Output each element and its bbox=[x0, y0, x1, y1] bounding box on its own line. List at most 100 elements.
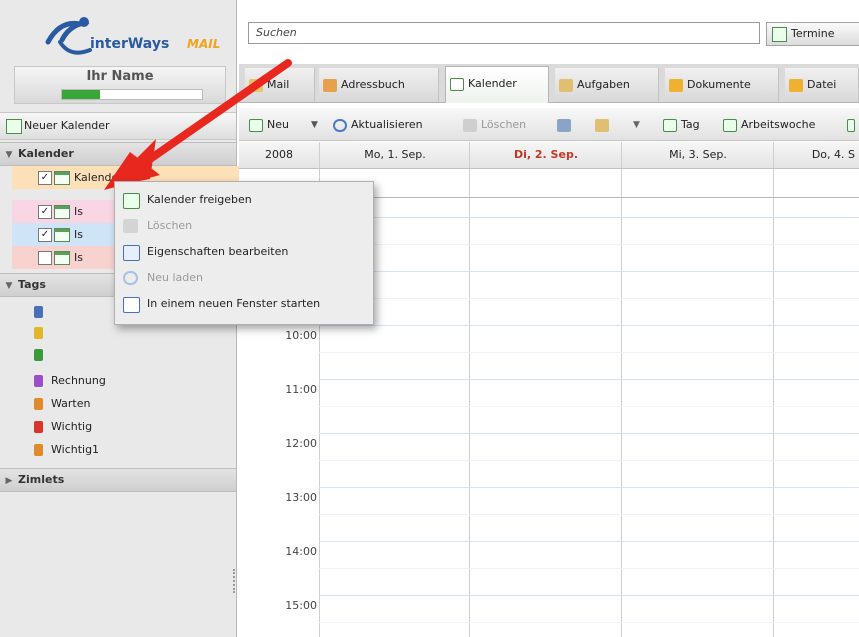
tag-item[interactable]: Wichtig bbox=[34, 417, 92, 437]
grid-line bbox=[319, 595, 859, 596]
user-panel: Ihr Name bbox=[14, 66, 226, 104]
grid-line bbox=[319, 325, 859, 326]
addressbook-icon bbox=[323, 79, 337, 92]
tag-label: Wichtig1 bbox=[51, 443, 100, 456]
user-name: Ihr Name bbox=[86, 69, 154, 84]
tag-icon bbox=[595, 118, 609, 132]
tag-item[interactable] bbox=[34, 323, 51, 343]
tag-label: Warten bbox=[51, 397, 91, 410]
allday-divider bbox=[319, 197, 859, 198]
trash-icon bbox=[463, 118, 477, 132]
refresh-icon bbox=[333, 118, 347, 132]
menu-item-edit-properties[interactable]: Eigenschaften bearbeiten bbox=[121, 241, 367, 263]
search-scope-label: Termine bbox=[791, 27, 835, 40]
expand-triangle-icon[interactable]: ▼ bbox=[0, 144, 18, 166]
menu-item-label: Kalender freigeben bbox=[147, 193, 252, 206]
collapsed-triangle-icon[interactable]: ▶ bbox=[0, 470, 18, 492]
day-view-button[interactable]: Tag bbox=[663, 116, 700, 134]
tag-icon bbox=[34, 444, 43, 456]
calendar-icon bbox=[450, 78, 464, 91]
new-calendar-icon bbox=[249, 118, 263, 132]
tag-item[interactable]: Wichtig1 bbox=[34, 440, 99, 460]
folder-icon bbox=[789, 79, 803, 92]
grid-line bbox=[319, 406, 859, 407]
new-calendar-button[interactable]: Neuer Kalender bbox=[0, 112, 236, 140]
tag-dropdown-chevron-icon[interactable]: ▼ bbox=[633, 116, 640, 134]
calendar-checkbox[interactable]: ✓ bbox=[38, 228, 52, 242]
tab-aufgaben[interactable]: Aufgaben bbox=[555, 68, 659, 102]
menu-item-label: Eigenschaften bearbeiten bbox=[147, 245, 289, 258]
calendar-icon bbox=[772, 27, 787, 42]
search-scope-select[interactable]: Termine bbox=[766, 22, 859, 46]
quota-fill bbox=[62, 90, 100, 99]
tab-label: Aufgaben bbox=[577, 78, 630, 91]
tag-icon bbox=[34, 327, 43, 339]
app-tabs: Mail Adressbuch Kalender Aufgaben Dokume… bbox=[239, 64, 859, 103]
menu-item-delete[interactable]: Löschen bbox=[121, 215, 367, 237]
workweek-view-icon bbox=[723, 118, 737, 132]
app-logo: interWays MAIL bbox=[40, 12, 230, 62]
grid-line bbox=[319, 460, 859, 461]
calendar-toolbar: Neu ▼ Aktualisieren Löschen ▼ Tag Arbeit… bbox=[239, 108, 859, 141]
tab-kalender[interactable]: Kalender bbox=[445, 66, 549, 103]
time-label: 12:00 bbox=[285, 437, 317, 450]
expand-triangle-icon[interactable]: ▼ bbox=[0, 275, 18, 297]
day-header-today[interactable]: Di, 2. Sep. bbox=[469, 142, 622, 168]
new-calendar-label: Neuer Kalender bbox=[24, 119, 110, 132]
day-header[interactable]: Mi, 3. Sep. bbox=[621, 142, 774, 168]
day-header[interactable]: Do, 4. S bbox=[773, 142, 859, 168]
calendar-label: Is bbox=[74, 205, 83, 218]
week-view-icon bbox=[847, 118, 855, 132]
calendar-checkbox[interactable]: ✓ bbox=[38, 205, 52, 219]
tab-datei[interactable]: Datei bbox=[785, 68, 859, 102]
tag-label: Rechnung bbox=[51, 374, 106, 387]
documents-icon bbox=[669, 79, 683, 92]
new-button[interactable]: Neu bbox=[249, 116, 289, 134]
tag-icon bbox=[34, 421, 43, 433]
grid-line bbox=[319, 298, 859, 299]
resize-handle[interactable] bbox=[233, 569, 239, 593]
tag-item[interactable]: Rechnung bbox=[34, 371, 106, 391]
grid-line bbox=[319, 352, 859, 353]
tab-label: Dokumente bbox=[687, 78, 751, 91]
tag-item[interactable]: Warten bbox=[34, 394, 91, 414]
grid-line bbox=[319, 541, 859, 542]
tab-mail[interactable]: Mail bbox=[245, 68, 315, 102]
calendar-checkbox[interactable] bbox=[38, 251, 52, 265]
tag-icon bbox=[34, 306, 43, 318]
reload-icon bbox=[123, 271, 138, 285]
grid-line bbox=[319, 568, 859, 569]
day-header[interactable]: Mo, 1. Sep. bbox=[319, 142, 470, 168]
trash-icon bbox=[123, 219, 138, 233]
grid-line bbox=[319, 622, 859, 623]
tag-icon bbox=[34, 375, 43, 387]
print-button[interactable] bbox=[557, 116, 575, 134]
tab-adressbuch[interactable]: Adressbuch bbox=[319, 68, 439, 102]
tag-button[interactable] bbox=[595, 116, 613, 134]
day-view-icon bbox=[663, 118, 677, 132]
calendars-header[interactable]: ▼ Kalender bbox=[0, 142, 236, 166]
logo-word: interWays bbox=[90, 36, 170, 52]
delete-button[interactable]: Löschen bbox=[463, 116, 526, 134]
grid-divider bbox=[469, 169, 470, 637]
menu-item-share-calendar[interactable]: Kalender freigeben bbox=[121, 189, 367, 211]
workweek-label: Arbeitswoche bbox=[741, 118, 816, 131]
menu-item-label: Löschen bbox=[147, 219, 193, 232]
calendar-icon bbox=[54, 171, 70, 185]
week-view-button[interactable] bbox=[847, 116, 859, 134]
zimlets-header-label: Zimlets bbox=[18, 473, 65, 486]
search-input[interactable]: Suchen bbox=[248, 22, 760, 44]
grid-line bbox=[319, 271, 859, 272]
zimlets-header[interactable]: ▶ Zimlets bbox=[0, 468, 236, 492]
day-label: Tag bbox=[681, 118, 700, 131]
tag-item[interactable] bbox=[34, 345, 51, 365]
tasks-icon bbox=[559, 79, 573, 92]
menu-item-reload[interactable]: Neu laden bbox=[121, 267, 367, 289]
calendar-checkbox[interactable]: ✓ bbox=[38, 171, 52, 185]
workweek-view-button[interactable]: Arbeitswoche bbox=[723, 116, 815, 134]
tab-dokumente[interactable]: Dokumente bbox=[665, 68, 779, 102]
new-dropdown-chevron-icon[interactable]: ▼ bbox=[311, 116, 318, 134]
tag-item[interactable] bbox=[34, 302, 51, 322]
menu-item-open-new-window[interactable]: In einem neuen Fenster starten bbox=[121, 293, 367, 315]
refresh-button[interactable]: Aktualisieren bbox=[333, 116, 423, 134]
